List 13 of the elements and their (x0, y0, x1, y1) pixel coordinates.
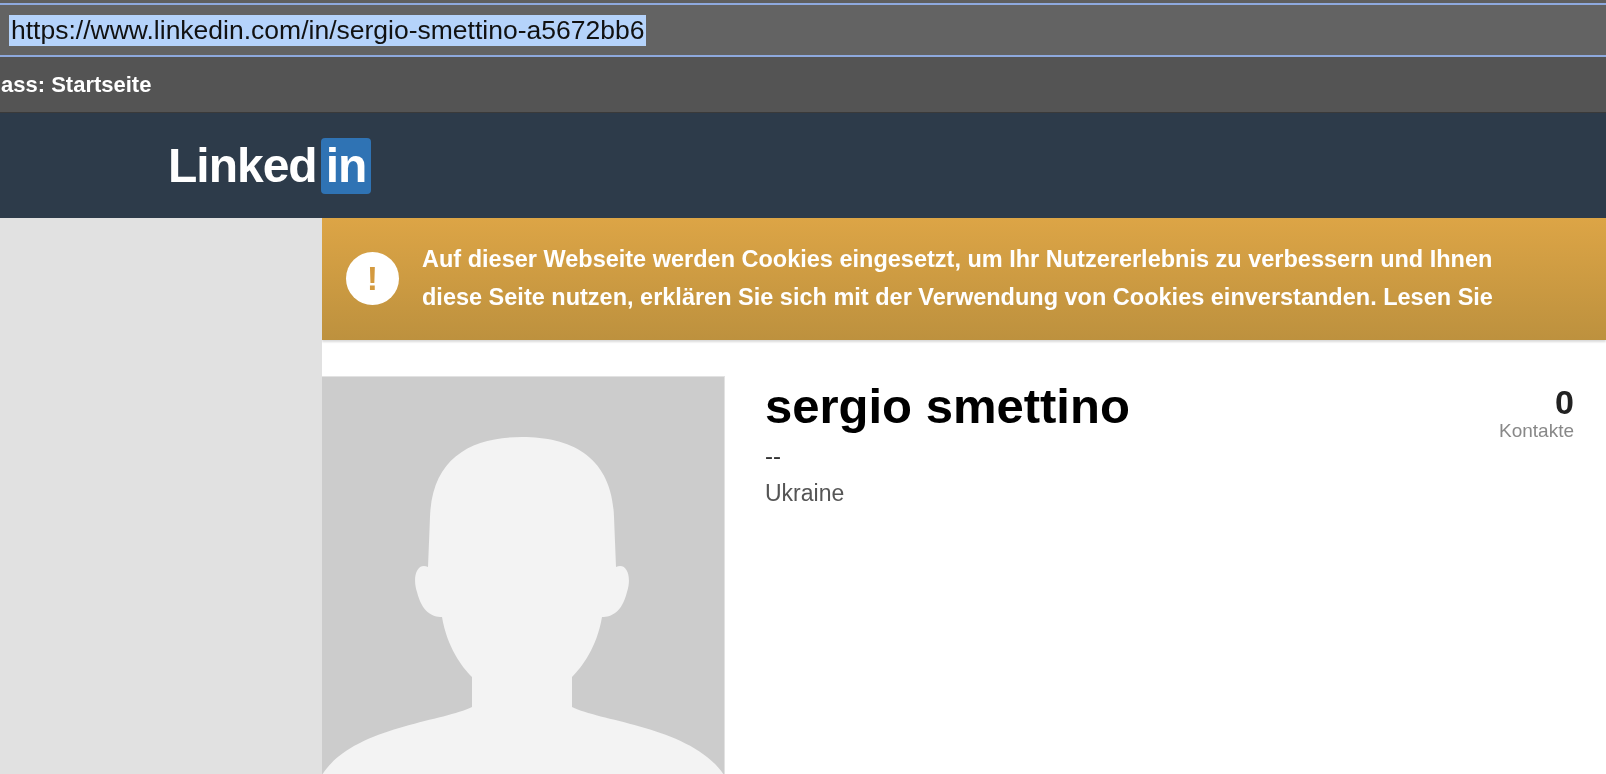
address-bar[interactable]: https://www.linkedin.com/in/sergio-smettino-a5672bb6 (0, 3, 1606, 57)
connections-count: 0 (1554, 384, 1574, 420)
alert-icon: ! (346, 251, 399, 305)
url-text: https://www.linkedin.com/in/sergio-smettino-a5672bb6 (9, 14, 647, 46)
profile-location: Ukraine (765, 480, 846, 507)
connections-label: Kontakte (1499, 420, 1574, 442)
profile-name: sergio smettino (765, 378, 1131, 434)
cookie-notice-text: diese Seite nutzen, erklären Sie sich mit der Verwendung von Cookies einverstanden. Lesen Sie (422, 283, 1493, 312)
logo[interactable]: Linked in (168, 137, 372, 194)
tab-title[interactable]: ass: Startseite (1, 71, 152, 98)
silhouette-icon (322, 437, 724, 774)
profile-headline: -- (765, 442, 782, 470)
cookie-notice-text: Auf dieser Webseite werden Cookies eingesetzt, um Ihr Nutzererlebnis zu verbessern und Ihnen (422, 245, 1493, 274)
